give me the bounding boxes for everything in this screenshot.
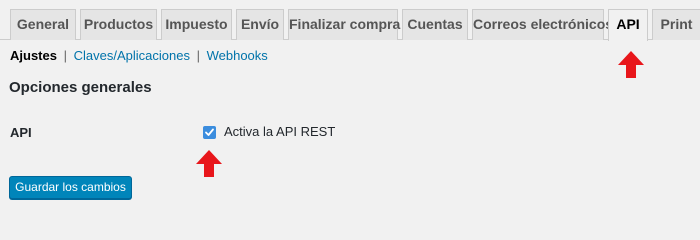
enable-rest-api-label[interactable]: Activa la API REST [224,124,335,139]
subnav-separator: | [63,48,67,63]
settings-page: General Productos Impuesto Envío Finaliz… [0,0,700,226]
tab-correos-electronicos[interactable]: Correos electrónicos [472,9,613,40]
tab-finalizar-compra[interactable]: Finalizar compra [288,9,400,40]
tab-api[interactable]: API [608,9,648,41]
enable-rest-api-checkbox[interactable] [203,126,216,139]
tab-cuentas[interactable]: Cuentas [402,9,468,40]
section-title: Opciones generales [9,79,152,96]
arrow-up-icon [618,51,644,78]
tab-envio[interactable]: Envío [236,9,284,40]
subnav-claves-aplicaciones[interactable]: Claves/Aplicaciones [74,48,190,63]
subnav-webhooks[interactable]: Webhooks [207,48,268,63]
arrow-up-icon [196,150,222,177]
subsection-nav: Ajustes | Claves/Aplicaciones | Webhooks [10,48,268,63]
tab-productos[interactable]: Productos [80,9,157,40]
save-changes-button[interactable]: Guardar los cambios [9,176,132,199]
tab-print[interactable]: Print [652,9,700,40]
tab-general[interactable]: General [10,9,76,40]
tab-impuesto[interactable]: Impuesto [161,9,232,40]
checkmark-icon [205,128,214,136]
settings-tabs: General Productos Impuesto Envío Finaliz… [0,0,700,41]
subnav-separator: | [196,48,200,63]
subnav-ajustes[interactable]: Ajustes [10,48,57,63]
api-setting-label: API [10,125,32,140]
